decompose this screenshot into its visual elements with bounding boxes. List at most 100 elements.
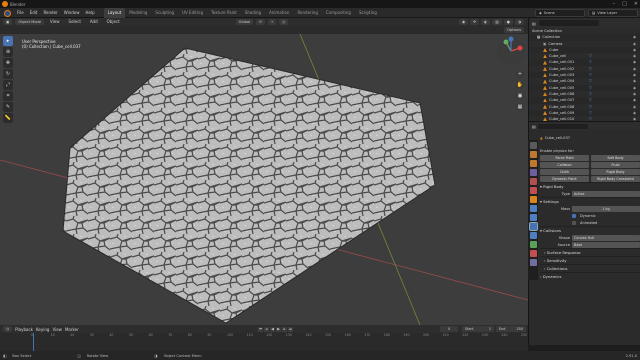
select-box-icon[interactable]: ▸ (3, 36, 13, 46)
mass-field[interactable]: 1 kg (572, 205, 640, 212)
dynamics-section[interactable]: › Dynamics (540, 272, 640, 280)
3d-viewport[interactable] (0, 34, 528, 325)
menu-marker[interactable]: Marker (65, 327, 79, 332)
shading-material-icon[interactable]: ◑ (514, 19, 524, 25)
dynamic-check-icon[interactable] (572, 213, 576, 218)
animated-check-icon[interactable] (572, 220, 576, 225)
x-axis-icon[interactable] (517, 45, 523, 51)
properties-editor-icon[interactable]: ▤ (532, 124, 536, 129)
tab-compositing[interactable]: Compositing (322, 8, 355, 18)
options-button[interactable]: Options (504, 27, 524, 33)
tab-modeling[interactable]: Modeling (125, 8, 151, 18)
soft-body-button[interactable]: Soft Body (591, 154, 640, 161)
material-tab-icon[interactable] (529, 250, 537, 257)
render-tab-icon[interactable] (529, 151, 537, 158)
menu-playback[interactable]: Playback (15, 327, 33, 332)
tab-shading[interactable]: Shading (241, 8, 265, 18)
modifier-tab-icon[interactable] (529, 205, 537, 212)
tab-rendering[interactable]: Rendering (293, 8, 321, 18)
type-select[interactable]: Active (572, 190, 640, 197)
move-icon[interactable]: ✥ (3, 58, 13, 68)
cloth-button[interactable]: Cloth (540, 168, 589, 175)
play-reverse-icon[interactable]: ◀ (270, 327, 275, 332)
current-frame-field[interactable]: 0 (440, 326, 458, 332)
close-icon[interactable]: ✕ (634, 0, 638, 8)
menu-render[interactable]: Render (40, 8, 60, 18)
start-frame-field[interactable]: Start 1 (462, 326, 494, 332)
filter-icon[interactable]: ▤ (532, 21, 536, 26)
dynamic-paint-button[interactable]: Dynamic Paint (540, 175, 589, 182)
orientation-selector[interactable]: Global (235, 19, 254, 25)
viewport-canvas[interactable] (0, 34, 528, 325)
tab-texture-paint[interactable]: Texture Paint (207, 8, 241, 18)
world-tab-icon[interactable] (529, 187, 537, 194)
menu-file[interactable]: File (14, 8, 27, 18)
zoom-icon[interactable]: + (516, 70, 524, 78)
y-axis-icon[interactable] (503, 39, 509, 45)
menu-help[interactable]: Help (82, 8, 97, 18)
visibility-icon[interactable]: ◉ (459, 19, 469, 25)
tab-scripting[interactable]: Scripting (355, 8, 381, 18)
outliner-search-input[interactable] (538, 20, 599, 26)
menu-keying[interactable]: Keying (36, 327, 49, 332)
scene-tab-icon[interactable] (529, 178, 537, 185)
texture-tab-icon[interactable] (529, 259, 537, 266)
data-tab-icon[interactable] (529, 241, 537, 248)
force-field-button[interactable]: Force Field (540, 154, 589, 161)
settings-section[interactable]: ▾ Settings (540, 197, 640, 205)
menu-view[interactable]: View (47, 18, 63, 26)
timeline-area[interactable] (0, 333, 528, 351)
next-key-icon[interactable]: ▸ (282, 327, 287, 332)
blender-menu-icon[interactable] (3, 9, 11, 17)
grid-icon[interactable]: ▦ (516, 103, 524, 111)
collections-section[interactable]: › Collections (540, 264, 640, 272)
menu-object[interactable]: Object (104, 18, 123, 26)
physics-tab-icon[interactable] (528, 222, 538, 231)
collision-button[interactable]: Collision (540, 161, 589, 168)
scale-icon[interactable]: ⤢ (3, 80, 13, 90)
shading-solid-icon[interactable]: ● (503, 19, 513, 25)
minimize-icon[interactable]: – (613, 0, 616, 8)
surface-response-section[interactable]: › Surface Response (540, 248, 640, 256)
rigid-body-button[interactable]: Rigid Body (591, 168, 640, 175)
tab-sculpting[interactable]: Sculpting (151, 8, 178, 18)
menu-add[interactable]: Add (87, 18, 101, 26)
navigation-gizmo[interactable] (496, 36, 526, 66)
tab-animation[interactable]: Animation (265, 8, 293, 18)
xray-icon[interactable]: ▧ (492, 19, 502, 25)
annotate-icon[interactable]: ✎ (3, 102, 13, 112)
dynamic-checkbox[interactable]: Dynamic (540, 212, 640, 219)
gizmo-icon[interactable]: ✣ (470, 19, 480, 25)
pivot-icon[interactable]: ⊙ (256, 19, 266, 25)
object-tab-icon[interactable] (529, 196, 537, 203)
maximize-icon[interactable]: □ (622, 0, 627, 8)
collisions-section[interactable]: ▾ Collisions (540, 226, 640, 234)
sensitivity-section[interactable]: › Sensitivity (540, 256, 640, 264)
menu-window[interactable]: Window (61, 8, 83, 18)
menu-view-timeline[interactable]: View (52, 327, 62, 332)
play-icon[interactable]: ▶ (276, 327, 281, 332)
z-axis-icon[interactable] (508, 36, 514, 42)
prev-key-icon[interactable]: ◂ (264, 327, 269, 332)
tab-layout[interactable]: Layout (103, 7, 126, 18)
jump-end-icon[interactable]: ⏭ (288, 327, 293, 332)
tool-tab-icon[interactable] (529, 142, 537, 149)
end-frame-field[interactable]: End 250 (496, 326, 526, 332)
proportional-icon[interactable]: ◎ (279, 19, 289, 25)
fluid-button[interactable]: Fluid (591, 161, 640, 168)
output-tab-icon[interactable] (529, 160, 537, 167)
rotate-icon[interactable]: ↻ (3, 69, 13, 79)
view-layer-tab-icon[interactable] (529, 169, 537, 176)
rigid-body-section[interactable]: ▾ Rigid Body (540, 182, 640, 190)
measure-icon[interactable]: 📏 (3, 113, 13, 123)
rigid-body-constraint-button[interactable]: Rigid Body Constraint (591, 175, 640, 182)
camera-icon[interactable]: ▣ (516, 92, 524, 100)
source-select[interactable]: Base (572, 241, 640, 248)
snap-icon[interactable]: ⌖ (268, 19, 277, 25)
properties-search-input[interactable] (537, 123, 588, 129)
jump-start-icon[interactable]: ⏮ (258, 327, 263, 332)
menu-select[interactable]: Select (66, 18, 84, 26)
menu-edit[interactable]: Edit (27, 8, 41, 18)
cursor-icon[interactable]: ⊕ (3, 47, 13, 57)
particles-tab-icon[interactable] (529, 214, 537, 221)
